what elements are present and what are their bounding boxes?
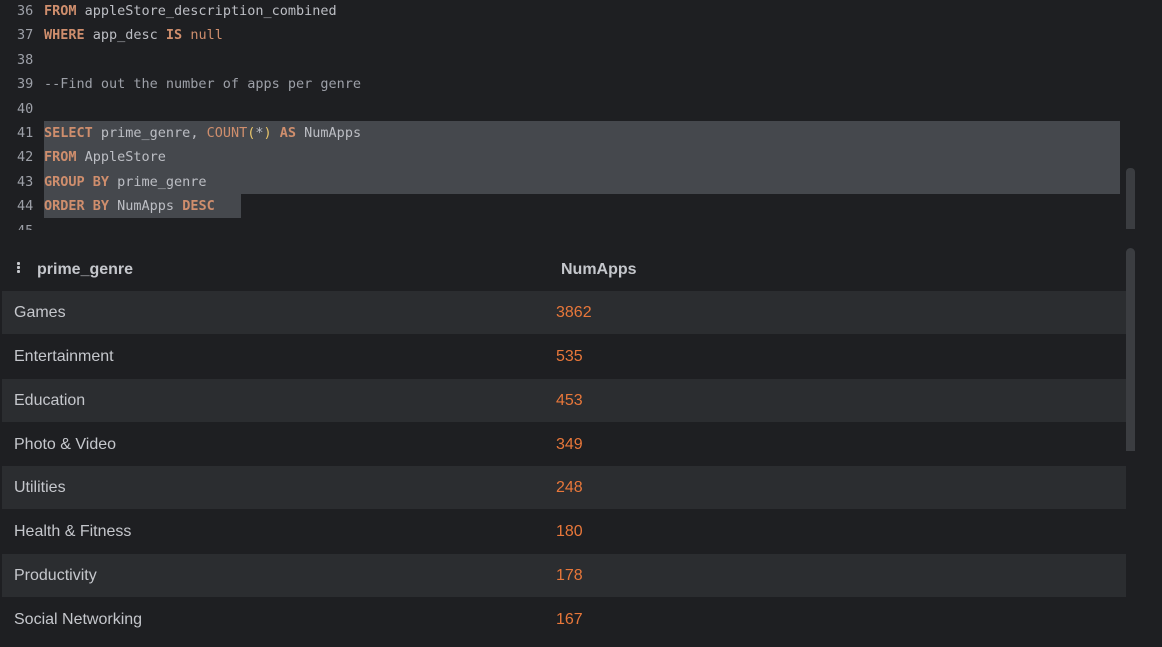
code-token: DESC <box>182 198 215 215</box>
results-grid: prime_genre NumApps Games 3862 Entertainme… <box>2 248 1126 647</box>
line-number: 41 <box>17 125 34 141</box>
code-token: ) <box>263 125 272 141</box>
line-number: 40 <box>17 100 34 117</box>
table-row[interactable]: Entertainment 535 <box>2 334 1126 378</box>
code-token: FROM <box>44 149 77 166</box>
line-number: 42 <box>17 149 34 166</box>
line-number: 44 <box>17 198 34 215</box>
code-token: GROUP BY <box>44 173 110 190</box>
code-line[interactable]: 43 GROUP BY prime_genre <box>0 170 1134 194</box>
code-token: AppleStore <box>76 149 166 166</box>
code-token: prime_genre <box>109 173 207 190</box>
cell-numapps[interactable]: 178 <box>556 554 583 597</box>
code-token: app_desc <box>84 27 166 44</box>
code-line[interactable]: 37 WHERE app_desc IS null <box>0 23 1134 47</box>
code-line[interactable]: 36 FROM appleStore_description_combined <box>0 0 1134 23</box>
code-line[interactable]: 42 FROM AppleStore <box>0 145 1134 169</box>
code-line[interactable]: 38 <box>0 48 1134 72</box>
code-token: NumApps <box>109 198 183 215</box>
cell-numapps[interactable]: 180 <box>556 510 583 553</box>
code-token: AS <box>279 125 297 141</box>
cell-prime-genre[interactable]: Productivity <box>14 554 97 597</box>
code-token: appleStore_description_combined <box>76 3 337 19</box>
results-header: prime_genre NumApps <box>2 248 1126 291</box>
column-header-numapps[interactable]: NumApps <box>561 248 637 291</box>
cell-prime-genre[interactable]: Education <box>14 379 85 422</box>
cell-numapps[interactable]: 167 <box>556 598 583 641</box>
code-token: WHERE <box>44 27 85 44</box>
line-number: 36 <box>17 3 34 19</box>
cell-prime-genre[interactable]: Social Networking <box>14 598 142 641</box>
cell-prime-genre[interactable]: Games <box>14 291 66 334</box>
code-token: null <box>190 27 223 44</box>
cell-numapps[interactable]: 535 <box>556 335 583 378</box>
sql-editor[interactable]: 36 FROM appleStore_description_combined 37… <box>0 0 1134 230</box>
code-token: COUNT <box>206 125 248 141</box>
table-row[interactable]: Education 453 <box>2 378 1126 422</box>
cell-numapps[interactable]: 453 <box>556 379 583 422</box>
line-number: 37 <box>17 27 34 44</box>
code-line[interactable]: 41 SELECT prime_genre, COUNT(*) AS NumApp… <box>0 121 1134 145</box>
code-token: prime_genre, <box>92 125 207 141</box>
code-token: --Find out the number of apps per genre <box>44 76 361 93</box>
line-number: 39 <box>17 76 34 93</box>
table-row[interactable]: Utilities 248 <box>2 466 1126 510</box>
code-token: IS <box>165 27 183 44</box>
line-number: 45 <box>0 219 44 230</box>
table-row[interactable]: Photo & Video 349 <box>2 422 1126 466</box>
editor-scrollbar[interactable] <box>1126 168 1135 229</box>
cell-numapps[interactable]: 349 <box>556 423 583 466</box>
code-token: NumApps <box>296 125 362 141</box>
cell-prime-genre[interactable]: Health & Fitness <box>14 510 131 553</box>
table-row[interactable]: Social Networking 167 <box>2 597 1126 641</box>
cell-prime-genre[interactable]: Photo & Video <box>14 423 116 466</box>
code-token: FROM <box>44 3 77 19</box>
line-number: 38 <box>17 51 34 68</box>
cell-numapps[interactable]: 248 <box>556 466 583 509</box>
cell-numapps[interactable]: 3862 <box>556 291 592 334</box>
editor-results-divider[interactable] <box>0 230 1162 248</box>
table-row[interactable]: Productivity 178 <box>2 554 1126 598</box>
code-line[interactable]: 44 ORDER BY NumApps DESC <box>0 194 1134 218</box>
code-line[interactable]: 40 <box>0 97 1134 121</box>
cell-prime-genre[interactable]: Utilities <box>14 466 66 509</box>
code-token: ORDER BY <box>44 198 110 215</box>
code-line[interactable]: 39 --Find out the number of apps per genr… <box>0 72 1134 96</box>
code-line[interactable]: 45 <box>0 219 1134 230</box>
code-token: * <box>255 125 264 141</box>
cell-prime-genre[interactable]: Entertainment <box>14 335 114 378</box>
code-token: SELECT <box>44 125 93 141</box>
column-options-icon[interactable] <box>17 262 20 274</box>
column-header-prime-genre[interactable]: prime_genre <box>37 248 133 291</box>
table-row[interactable]: Health & Fitness 180 <box>2 510 1126 554</box>
results-scrollbar[interactable] <box>1126 248 1135 451</box>
outer-scrollbar-area <box>1135 0 1162 647</box>
line-number: 43 <box>17 173 34 190</box>
table-row[interactable]: Games 3862 <box>2 291 1126 334</box>
